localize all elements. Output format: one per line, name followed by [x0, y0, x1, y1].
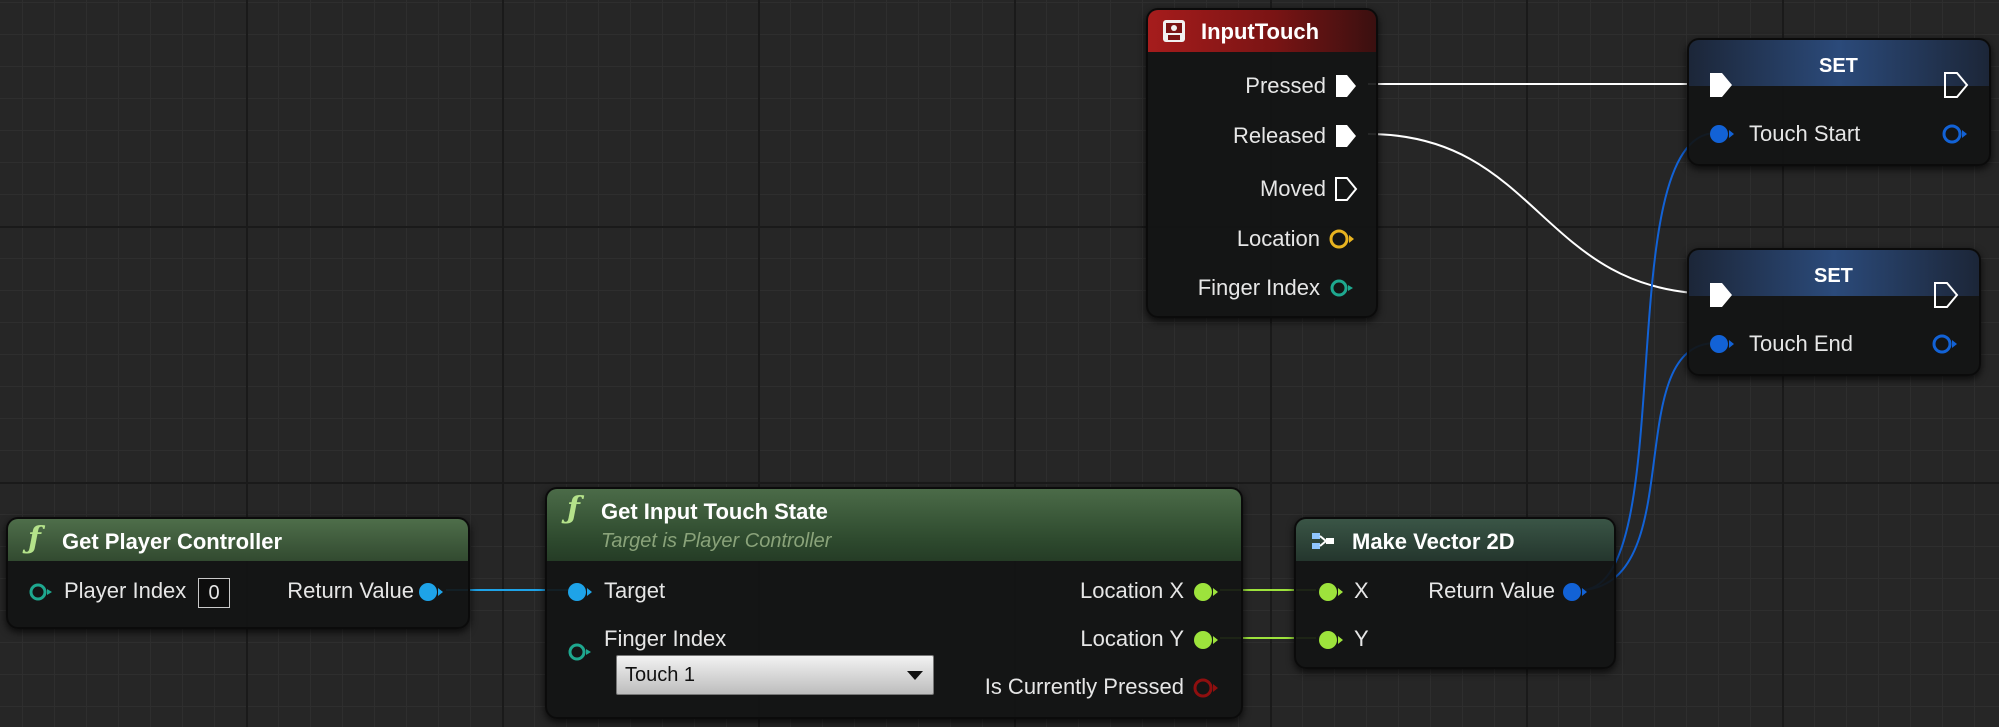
get-player-controller-title: Get Player Controller: [62, 529, 283, 554]
set-touch-start-input-pin[interactable]: [1707, 121, 1737, 147]
vector-x-pin[interactable]: [1316, 579, 1348, 605]
set-touch-start-output-pin[interactable]: [1939, 121, 1971, 147]
location-y-label: Location Y: [1080, 626, 1184, 651]
set-touch-end-exec-in[interactable]: [1708, 281, 1734, 309]
input-touch-node[interactable]: InputTouch Pressed Released Moved Locati…: [1146, 8, 1378, 318]
make-vector-2d-node[interactable]: Make Vector 2D X Y Return Value: [1294, 517, 1616, 669]
vector-return-label: Return Value: [1428, 578, 1555, 603]
wire-released-to-set-touch-end[interactable]: [1367, 133, 1717, 295]
released-exec-pin[interactable]: [1334, 123, 1358, 149]
event-icon: [1162, 19, 1186, 49]
input-touch-title: InputTouch: [1201, 19, 1320, 44]
set-touch-end-title: SET: [1814, 265, 1853, 287]
player-index-pin[interactable]: [26, 579, 56, 605]
get-input-touch-state-header[interactable]: ƒ Get Input Touch State Target is Player…: [547, 489, 1241, 561]
location-label: Location: [1236, 226, 1320, 251]
get-player-controller-header[interactable]: ƒ Get Player Controller: [8, 519, 468, 561]
location-x-pin[interactable]: [1191, 579, 1223, 605]
get-input-touch-state-title: Get Input Touch State: [601, 499, 828, 524]
finger-index-pin[interactable]: [1328, 275, 1358, 301]
pressed-label: Pressed: [1245, 73, 1326, 98]
finger-index-dropdown[interactable]: Touch 1: [616, 655, 934, 695]
finger-index-label: Finger Index: [1197, 275, 1320, 300]
player-index-label: Player Index: [64, 578, 187, 603]
get-input-touch-state-subtitle: Target is Player Controller: [601, 530, 832, 552]
player-index-input[interactable]: 0: [198, 578, 230, 608]
vector-y-label: Y: [1354, 626, 1369, 651]
set-touch-start-exec-out[interactable]: [1943, 71, 1969, 99]
set-touch-start-title: SET: [1819, 55, 1858, 77]
vector-y-pin[interactable]: [1316, 627, 1348, 653]
set-touch-end-node[interactable]: SET Touch End: [1687, 248, 1981, 376]
moved-exec-pin[interactable]: [1334, 176, 1358, 202]
set-touch-end-output-pin[interactable]: [1929, 331, 1961, 357]
released-label: Released: [1233, 123, 1326, 148]
player-controller-return-label: Return Value: [287, 578, 414, 603]
function-icon: ƒ: [28, 521, 41, 556]
finger-index-state-label: Finger Index: [604, 626, 727, 651]
set-touch-start-exec-in[interactable]: [1708, 71, 1734, 99]
set-touch-start-node[interactable]: SET Touch Start: [1687, 38, 1991, 166]
target-label: Target: [604, 578, 666, 603]
make-vector-2d-header[interactable]: Make Vector 2D: [1296, 519, 1614, 561]
is-currently-pressed-pin[interactable]: [1191, 675, 1223, 701]
make-struct-icon: [1310, 529, 1336, 559]
finger-index-dropdown-value: Touch 1: [625, 664, 696, 686]
vector-x-label: X: [1354, 578, 1369, 603]
touch-start-label: Touch Start: [1749, 121, 1861, 146]
location-pin[interactable]: [1328, 226, 1358, 252]
is-currently-pressed-label: Is Currently Pressed: [984, 674, 1184, 699]
vector-return-pin[interactable]: [1560, 579, 1592, 605]
location-y-pin[interactable]: [1191, 627, 1223, 653]
get-input-touch-state-node[interactable]: ƒ Get Input Touch State Target is Player…: [545, 487, 1243, 719]
set-touch-end-input-pin[interactable]: [1707, 331, 1737, 357]
chevron-down-icon: [907, 671, 923, 680]
get-player-controller-node[interactable]: ƒ Get Player Controller Player Index 0 R…: [6, 517, 470, 629]
function-icon-2: ƒ: [567, 491, 580, 526]
target-pin[interactable]: [565, 579, 597, 605]
finger-index-state-pin[interactable]: [565, 639, 595, 665]
touch-end-label: Touch End: [1749, 331, 1853, 356]
player-controller-return-pin[interactable]: [416, 579, 448, 605]
moved-label: Moved: [1259, 176, 1326, 201]
set-touch-end-exec-out[interactable]: [1933, 281, 1959, 309]
input-touch-header[interactable]: InputTouch: [1148, 10, 1376, 52]
make-vector-2d-title: Make Vector 2D: [1352, 529, 1515, 554]
pressed-exec-pin[interactable]: [1334, 73, 1358, 99]
location-x-label: Location X: [1080, 578, 1184, 603]
